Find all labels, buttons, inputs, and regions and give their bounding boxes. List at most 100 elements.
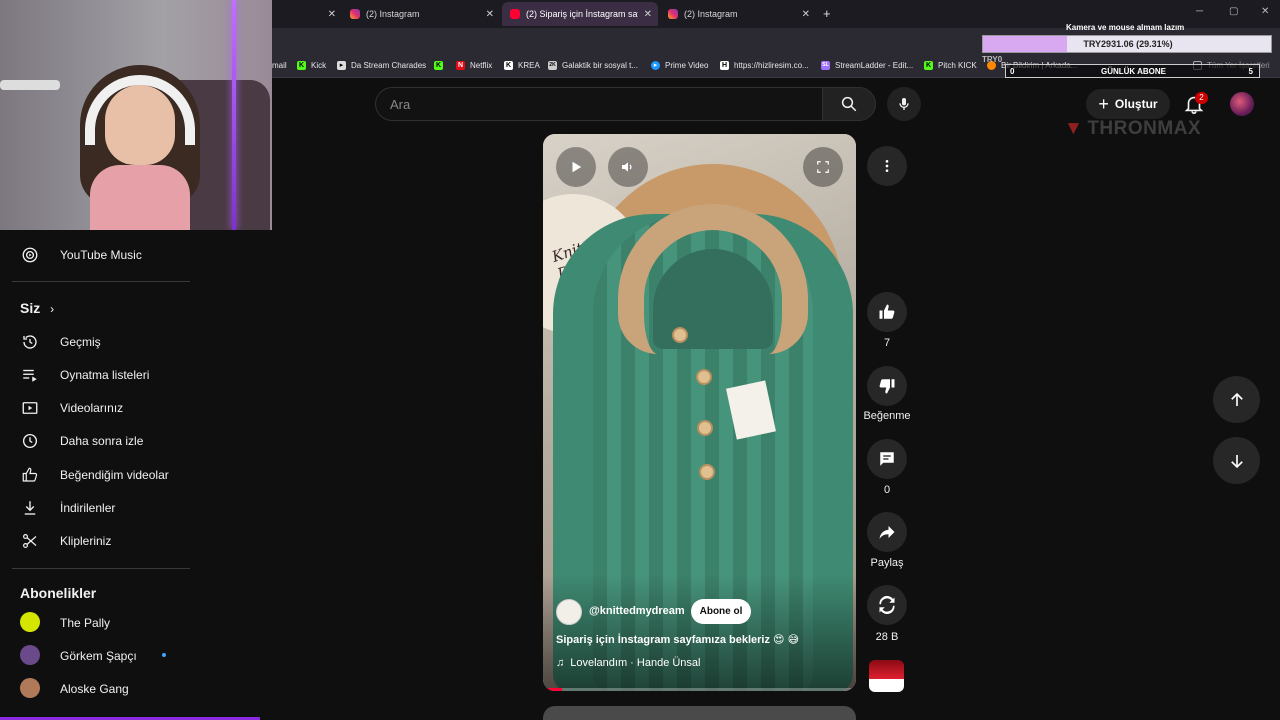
music-link[interactable]: ♫ Lovelandım · Hande Ünsal	[556, 657, 701, 669]
next-short-preview[interactable]	[543, 706, 856, 720]
kick-icon: K	[297, 61, 306, 70]
new-tab-icon[interactable]: +	[823, 6, 831, 21]
close-window-icon[interactable]: ✕	[1261, 6, 1269, 17]
sidebar-item-liked-videos[interactable]: Beğendiğim videolar	[0, 458, 195, 491]
new-content-dot	[162, 653, 166, 657]
share-icon	[879, 526, 895, 539]
search-button[interactable]	[822, 87, 876, 121]
microphone-icon	[899, 98, 909, 110]
fullscreen-icon	[817, 161, 829, 173]
comment-icon	[880, 452, 894, 466]
bookmark-galaktik[interactable]: 2K Galaktik bir sosyal t...	[548, 61, 638, 70]
neon-light	[232, 0, 236, 230]
sidebar-sub-the-pally[interactable]: The Pally	[0, 606, 195, 639]
sidebar-sub-aloske-gang[interactable]: Aloske Gang	[0, 672, 195, 705]
browser-tab-3[interactable]: (2) Instagram ✕	[660, 2, 816, 26]
account-avatar[interactable]	[1230, 92, 1254, 116]
coat-button	[697, 420, 713, 436]
plus-icon: +	[1098, 93, 1109, 114]
sidebar-item-youtube-music[interactable]: YouTube Music	[0, 238, 195, 271]
sound-thumbnail[interactable]	[869, 660, 904, 692]
create-button[interactable]: + Oluştur	[1086, 89, 1170, 119]
history-icon	[20, 332, 40, 352]
music-note-icon: ♫	[556, 657, 565, 669]
sidebar-item-label: Aloske Gang	[60, 681, 129, 696]
pointer-icon: ▸	[337, 61, 346, 70]
sidebar-item-your-videos[interactable]: Videolarınız	[0, 391, 195, 424]
remix-count: 28 B	[875, 631, 899, 643]
bookmark-label: Da Stream Charades	[351, 61, 427, 70]
more-options-button[interactable]	[867, 146, 907, 186]
like-button[interactable]	[867, 292, 907, 332]
bookmark-label: Prime Video	[665, 61, 709, 70]
you-section-heading[interactable]: Siz ›	[20, 300, 54, 316]
your-videos-icon	[20, 398, 40, 418]
channel-avatar[interactable]	[556, 599, 582, 625]
voice-search-button[interactable]	[887, 87, 921, 121]
sidebar-item-clips[interactable]: Klipleriniz	[0, 524, 195, 557]
browser-tab-active[interactable]: (2) Sipariş için İnstagram sayfam ✕	[502, 2, 658, 26]
sidebar-item-playlists[interactable]: Oynatma listeleri	[0, 358, 195, 391]
thumbs-up-icon	[879, 304, 895, 319]
comment-count: 0	[883, 484, 891, 496]
short-video-player[interactable]: Knitted Dream @knittedmydream Abone ol S…	[543, 134, 856, 691]
close-tab-icon[interactable]: ✕	[802, 9, 810, 20]
channel-name[interactable]: @knittedmydream	[589, 605, 685, 617]
maximize-icon[interactable]: ▢	[1229, 6, 1238, 17]
close-tab-icon[interactable]: ✕	[644, 9, 652, 20]
bookmark-prime[interactable]: ▸ Prime Video	[651, 61, 708, 70]
browser-tab-0[interactable]: ✕	[272, 2, 342, 26]
search-input[interactable]: Ara	[375, 87, 823, 121]
bookmark-hizliresim[interactable]: Hhttps://hizliresim.co...	[720, 61, 809, 70]
coat-button	[672, 327, 688, 343]
h-icon: H	[720, 61, 729, 70]
sidebar-item-label: Geçmiş	[60, 334, 101, 349]
bookmark-label: Netflix	[470, 61, 493, 70]
bookmark-kick-2[interactable]: K	[434, 61, 448, 70]
like-count: 7	[883, 337, 891, 349]
comments-button[interactable]	[867, 439, 907, 479]
play-button[interactable]	[556, 147, 596, 187]
next-short-button[interactable]	[1213, 437, 1260, 484]
sidebar-item-downloads[interactable]: İndirilenler	[0, 491, 195, 524]
youtube-music-icon	[20, 245, 40, 265]
browser-tab-1[interactable]: (2) Instagram ✕	[342, 2, 500, 26]
dislike-button[interactable]	[867, 366, 907, 406]
bookmark-kick[interactable]: K Kick	[297, 61, 326, 70]
subscribe-button[interactable]: Abone ol	[691, 599, 751, 624]
sidebar-divider	[12, 281, 190, 282]
sidebar-item-watch-later[interactable]: Daha sonra izle	[0, 424, 195, 457]
share-button[interactable]	[867, 512, 907, 552]
sidebar-divider	[12, 568, 190, 569]
bookmark-mail[interactable]: mail	[272, 61, 287, 70]
coat-button	[699, 464, 715, 480]
sidebar: YouTube Music Siz › Geçmiş Oynatma liste…	[0, 230, 195, 720]
bookmark-streamladder[interactable]: SL StreamLadder - Edit...	[821, 61, 913, 70]
arrow-up-icon	[1230, 392, 1243, 406]
microphone-arm	[0, 80, 60, 90]
dislike-label: Beğenme	[863, 410, 911, 422]
short-title[interactable]: Sipariş için İnstagram sayfamıza bekleri…	[556, 633, 799, 646]
bookmark-label: Kick	[311, 61, 327, 70]
thronmax-logo: ▼ THRONMAX	[1064, 118, 1201, 140]
progress-bar[interactable]	[543, 688, 856, 691]
volume-button[interactable]	[608, 147, 648, 187]
bookmark-charades[interactable]: ▸ Da Stream Charades	[337, 61, 426, 70]
bookmark-krea[interactable]: K KREA	[504, 61, 540, 70]
fullscreen-button[interactable]	[803, 147, 843, 187]
close-tab-icon[interactable]: ✕	[486, 9, 494, 20]
minimize-icon[interactable]: ─	[1196, 6, 1203, 17]
tab-label: (2) Instagram	[366, 9, 420, 19]
kick-icon: K	[434, 61, 443, 70]
close-tab-icon[interactable]: ✕	[328, 9, 336, 20]
bookmark-pitch-kick[interactable]: K Pitch KICK	[924, 61, 977, 70]
previous-short-button[interactable]	[1213, 376, 1260, 423]
sidebar-sub-gorkem-sapci[interactable]: Görkem Şapçı	[0, 639, 195, 672]
remix-button[interactable]	[867, 585, 907, 625]
bookmark-netflix[interactable]: N Netflix	[456, 61, 492, 70]
streamer	[70, 55, 210, 230]
liked-videos-icon	[20, 465, 40, 485]
play-icon	[572, 161, 582, 173]
sidebar-item-history[interactable]: Geçmiş	[0, 325, 195, 358]
clips-icon	[20, 531, 40, 551]
